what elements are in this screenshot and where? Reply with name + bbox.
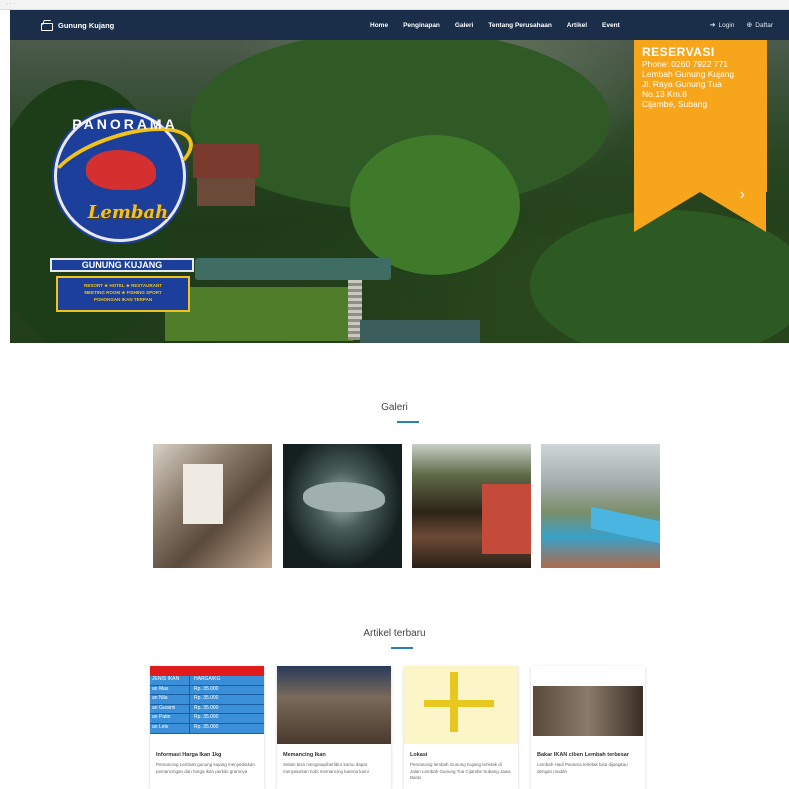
article-excerpt: Pemancing Lembah gunung kujang menyediak… xyxy=(156,762,255,774)
auth-links: ➜ Login ⊕ Daftar xyxy=(698,10,773,40)
articles-title: Artikel terbaru xyxy=(363,628,426,639)
reservation-title: RESERVASI xyxy=(642,45,715,59)
price-row: an Patin Rp. 35.000 xyxy=(150,714,264,724)
article-title: Memancing Ikan xyxy=(283,752,326,758)
gallery-title-underline xyxy=(397,421,419,423)
login-icon: ➜ xyxy=(709,22,716,29)
browser-strip: · · · xyxy=(0,0,789,10)
login-label: Login xyxy=(718,21,735,29)
gallery-photo-4[interactable] xyxy=(541,444,660,568)
article-thumbnail-photo xyxy=(533,686,643,736)
gallery-photo-3[interactable] xyxy=(412,444,531,568)
emblem-tag-line: POHONGAN IKAN TERPAN xyxy=(93,297,153,302)
price-row: JENIS IKAN HARGA/KG xyxy=(150,676,264,686)
building-logo-icon xyxy=(40,20,53,31)
hero-scenery-house xyxy=(193,144,259,206)
hero-scenery-water xyxy=(360,320,480,343)
map-thumbnail xyxy=(404,666,518,744)
nav-item-artikel[interactable]: Artikel xyxy=(567,22,587,29)
articles-title-underline xyxy=(391,647,413,649)
article-thumbnail xyxy=(531,666,645,744)
login-link[interactable]: ➜ Login xyxy=(709,21,735,30)
nav-item-penginapan[interactable]: Penginapan xyxy=(403,22,440,29)
emblem-arc-text: PANORAMA xyxy=(72,116,178,132)
emblem-banner: GUNUNG KUJANG xyxy=(50,258,194,272)
gallery-photo-2[interactable] xyxy=(283,444,402,568)
chevron-right-icon[interactable]: › xyxy=(740,186,745,204)
article-excerpt: Lembah Hadi Panama terletak bisa dijangk… xyxy=(537,762,628,774)
gallery-title: Galeri xyxy=(381,402,408,413)
price-row: an Mas Rp. 35.000 xyxy=(150,685,264,696)
emblem-script-text: Lembah xyxy=(87,202,169,223)
reservation-line: Lembah Gunung Kujang xyxy=(642,69,735,79)
navbar: Gunung Kujang Home Penginapan Galeri Ten… xyxy=(10,10,789,40)
article-excerpt: Pemancing lembah Gunung Kujang terletak … xyxy=(410,762,511,780)
article-thumbnail xyxy=(277,666,391,744)
emblem-tag-line: RESORT ★ HOTEL ★ RESTAURANT xyxy=(84,283,162,288)
hero-scenery-tree xyxy=(350,135,520,275)
price-row: an Nila Rp. 35.000 xyxy=(150,695,264,705)
article-title: Bakar IKAN ciben Lembah terbesar xyxy=(537,752,630,758)
emblem-tagline: RESORT ★ HOTEL ★ RESTAURANT MEETING ROOM… xyxy=(56,276,190,312)
hero-scenery-pool xyxy=(195,258,391,280)
reservation-banner: RESERVASI Phone: 0260 7922 771 Lembah Gu… xyxy=(634,40,767,232)
brand-link[interactable]: Gunung Kujang xyxy=(40,20,115,31)
browser-crumbs: · · · xyxy=(6,1,16,7)
gallery-photo-1[interactable] xyxy=(153,444,272,568)
article-thumbnail: JENIS IKAN HARGA/KG an Mas Rp. 35.000 an N… xyxy=(150,666,264,744)
reservation-line: Phone: 0260 7922 771 xyxy=(642,59,729,69)
hero-carousel: PANORAMA Lembah GUNUNG KUJANG RESORT ★ H… xyxy=(10,40,789,343)
price-table-header-bar xyxy=(150,666,264,676)
article-title: Informasi Harga Ikan 1kg xyxy=(156,752,222,758)
panorama-emblem-logo: PANORAMA Lembah GUNUNG KUJANG RESORT ★ H… xyxy=(40,110,202,320)
article-card[interactable]: Memancing Ikan Selain bisa menginap/berl… xyxy=(277,666,391,789)
article-title: Lokasi xyxy=(410,752,428,758)
reservation-line: Jl. Raya Gunung Tua xyxy=(642,79,722,89)
price-row: an Lele Rp. 35.000 xyxy=(150,723,264,734)
brand-name: Gunung Kujang xyxy=(58,20,115,30)
register-link[interactable]: ⊕ Daftar xyxy=(746,21,773,30)
nav-item-galeri[interactable]: Galeri xyxy=(455,22,473,29)
reservation-line: No.13 Km.8 xyxy=(642,89,687,99)
article-excerpt: Selain bisa menginap/berlibur kamu dapat… xyxy=(283,762,369,774)
nav-item-tentang-perusahaan[interactable]: Tentang Perusahaan xyxy=(488,22,551,29)
article-card[interactable]: Lokasi Pemancing lembah Gunung Kujang te… xyxy=(404,666,518,789)
nav-item-event[interactable]: Event xyxy=(602,22,620,29)
price-row: an Gurami Rp. 35.000 xyxy=(150,704,264,715)
nav-menu: Home Penginapan Galeri Tentang Perusahaa… xyxy=(370,10,635,40)
article-card[interactable]: JENIS IKAN HARGA/KG an Mas Rp. 35.000 an N… xyxy=(150,666,264,789)
user-plus-icon: ⊕ xyxy=(746,22,753,29)
article-card[interactable]: Bakar IKAN ciben Lembah terbesar Lembah … xyxy=(531,666,645,789)
nav-item-home[interactable]: Home xyxy=(370,22,388,29)
reservation-line: Cijambe, Subang xyxy=(642,99,708,109)
price-table: JENIS IKAN HARGA/KG an Mas Rp. 35.000 an N… xyxy=(150,666,264,734)
register-label: Daftar xyxy=(755,21,773,29)
emblem-tag-line: MEETING ROOM ★ FISHING SPORT xyxy=(84,290,162,295)
